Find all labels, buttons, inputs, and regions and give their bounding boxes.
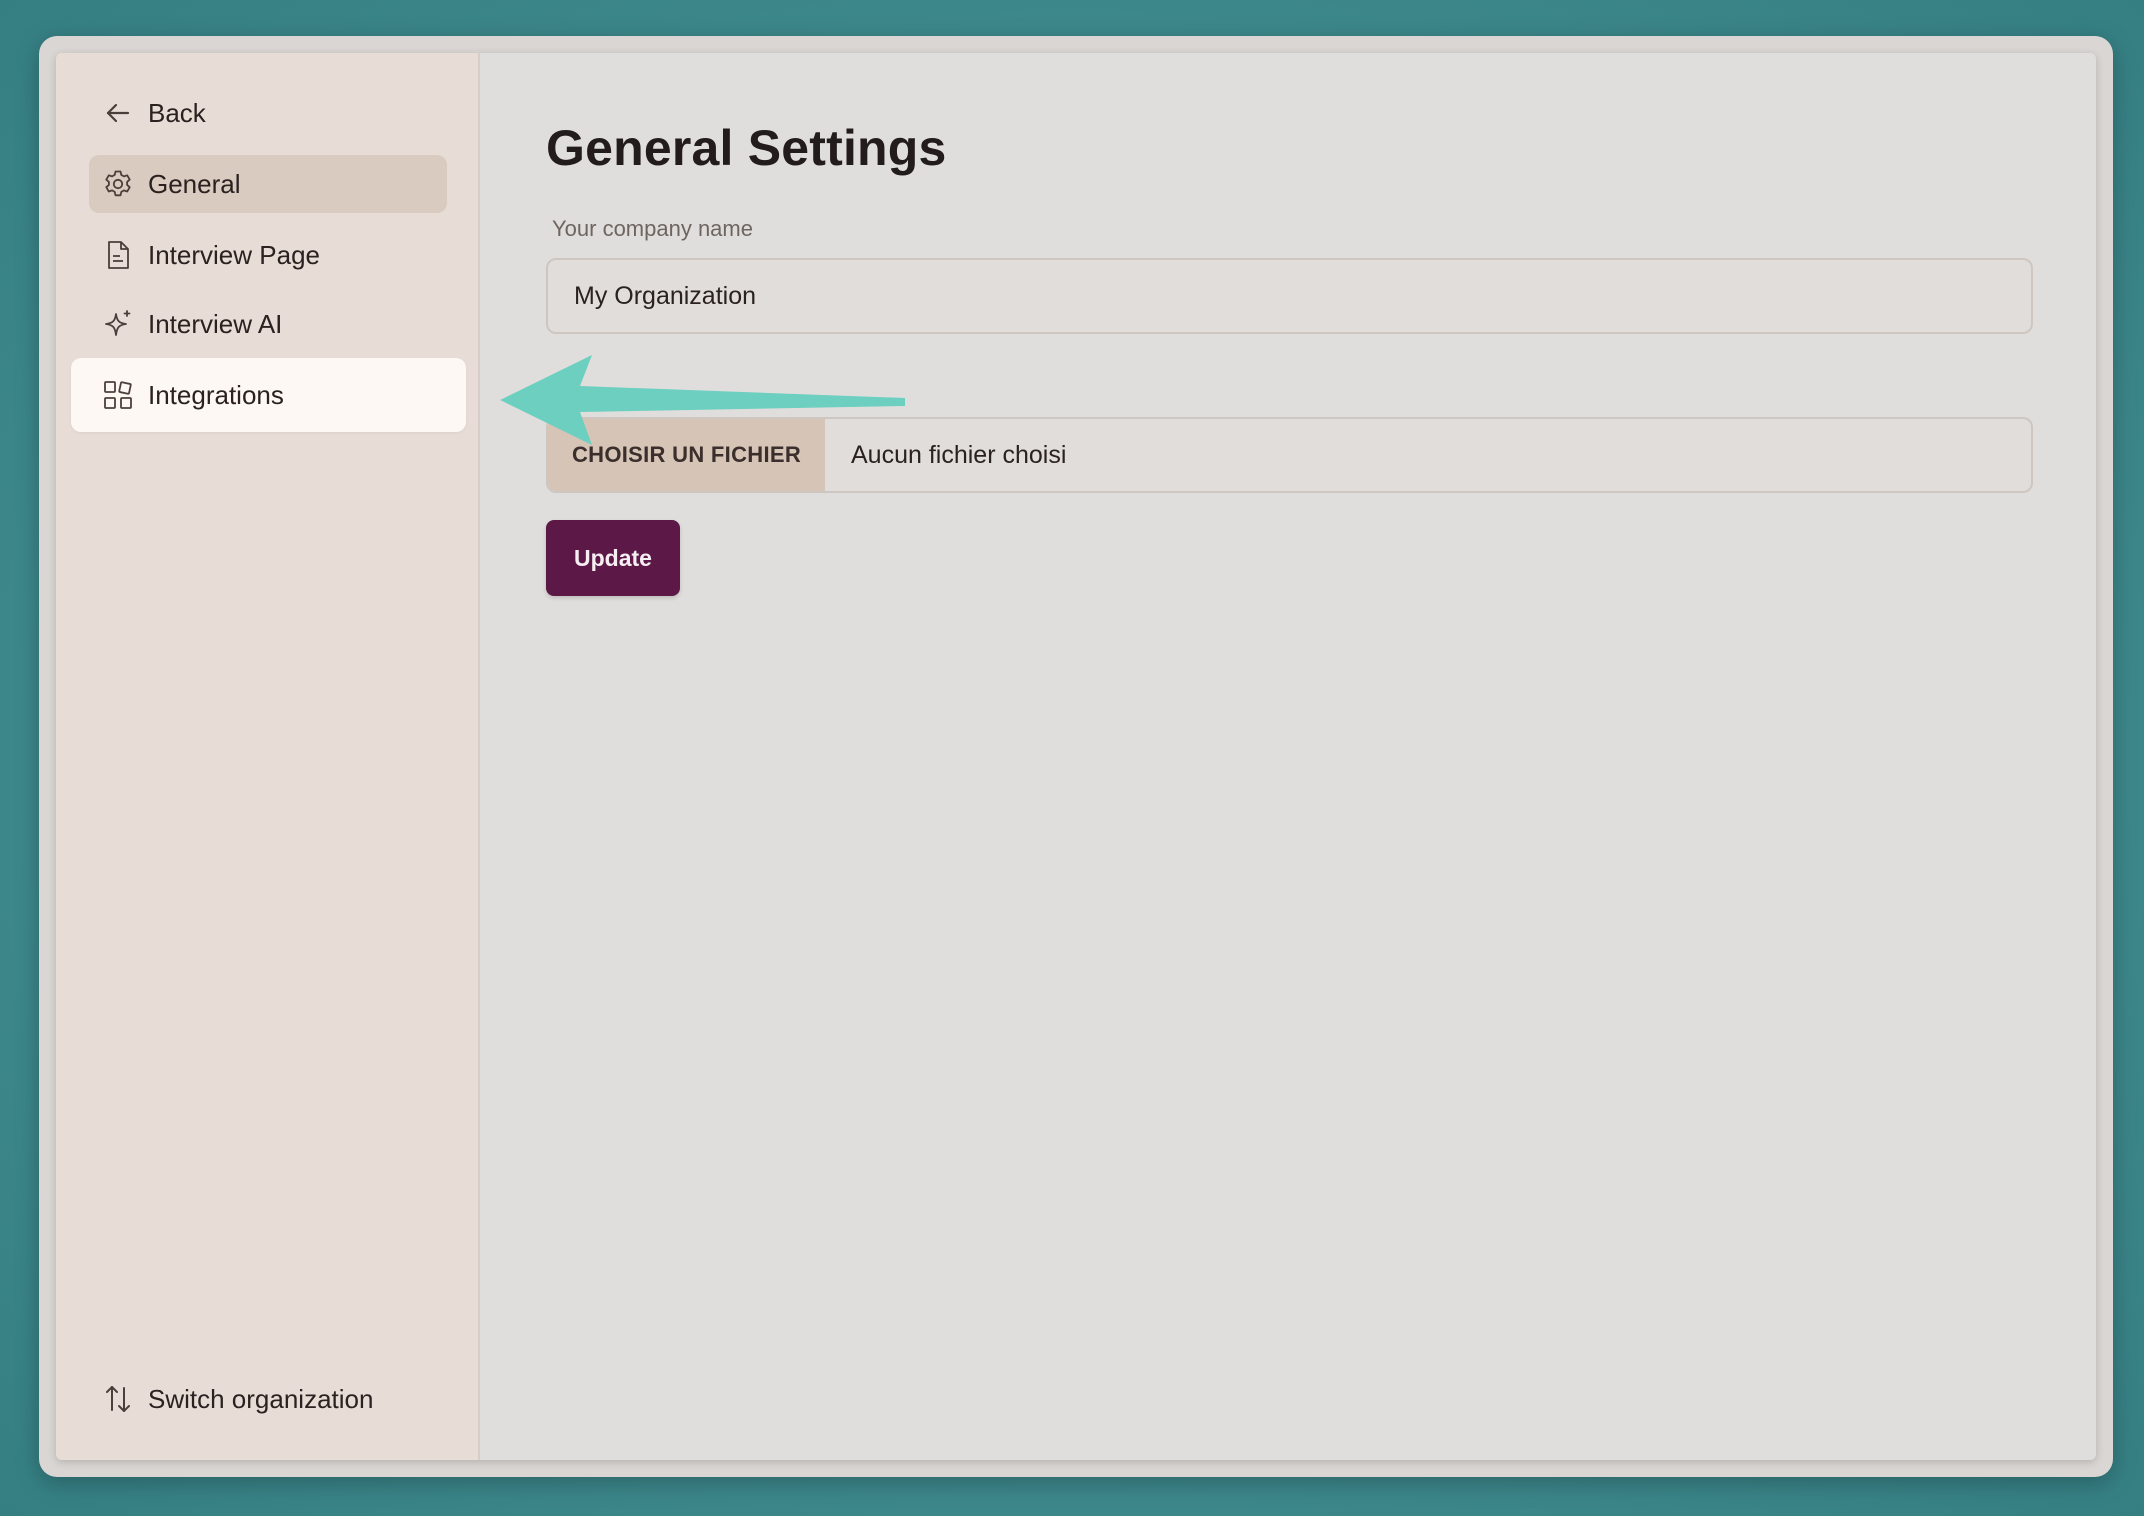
company-name-label: Your company name bbox=[552, 216, 753, 241]
main-content: General Settings Your company name CHOIS… bbox=[480, 53, 2096, 1460]
document-icon bbox=[100, 237, 136, 273]
sidebar-item-interview-ai[interactable]: Interview AI bbox=[100, 295, 282, 353]
sparkle-icon bbox=[100, 306, 136, 342]
gear-icon bbox=[100, 166, 136, 202]
switch-arrows-icon bbox=[100, 1381, 136, 1417]
grid-icon bbox=[100, 377, 136, 413]
arrow-left-icon bbox=[100, 95, 136, 131]
company-name-input[interactable] bbox=[546, 258, 2033, 334]
update-button[interactable]: Update bbox=[546, 520, 680, 596]
back-label: Back bbox=[148, 97, 206, 128]
sidebar-item-label: Interview Page bbox=[148, 239, 320, 270]
sidebar-item-interview-page[interactable]: Interview Page bbox=[100, 226, 320, 284]
sidebar-item-integrations[interactable]: Integrations bbox=[71, 358, 466, 432]
app-window: Back General Interview Page Interview AI… bbox=[56, 53, 2096, 1460]
switch-organization-link[interactable]: Switch organization bbox=[100, 1370, 373, 1428]
page-title: General Settings bbox=[546, 120, 947, 176]
sidebar-item-label: Interview AI bbox=[148, 308, 283, 339]
back-link[interactable]: Back bbox=[100, 84, 206, 142]
sidebar-item-label: General bbox=[148, 168, 241, 199]
annotation-arrow-icon bbox=[500, 355, 905, 445]
sidebar-item-general[interactable]: General bbox=[89, 155, 447, 213]
sidebar: Back General Interview Page Interview AI… bbox=[56, 53, 480, 1460]
sidebar-item-label: Integrations bbox=[148, 379, 284, 410]
switch-organization-label: Switch organization bbox=[148, 1383, 374, 1414]
